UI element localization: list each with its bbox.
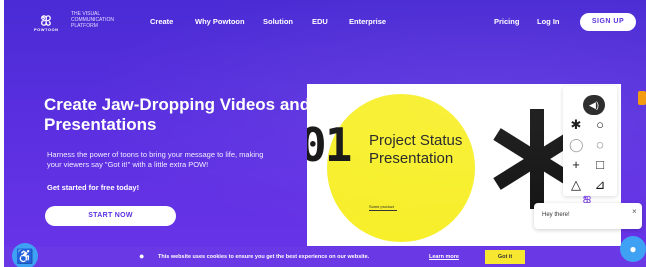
nav-link-pricing[interactable]: Pricing: [494, 17, 519, 26]
tagline: THE VISUAL COMMUNICATION PLATFORM: [71, 11, 114, 29]
hero-title: Create Jaw-Dropping Videos and Presentat…: [44, 95, 311, 134]
learn-more-link[interactable]: Learn more: [429, 254, 459, 260]
plus-icon[interactable]: +: [569, 158, 583, 172]
slide-title: Project Status Presentation: [369, 132, 463, 167]
circle-filled-icon[interactable]: ◯: [569, 138, 584, 152]
nav-link-why-powtoon[interactable]: Why Powtoon: [195, 17, 245, 26]
speaker-icon[interactable]: ◀): [583, 95, 605, 115]
close-icon[interactable]: ×: [632, 207, 637, 216]
top-nav: ஐ POWTOON THE VISUAL COMMUNICATION PLATF…: [4, 0, 646, 42]
accessibility-icon[interactable]: ♿: [12, 243, 38, 267]
chat-message: Hey there!: [542, 212, 570, 218]
cookie-icon: ●: [139, 251, 145, 261]
hero-cta-text: Get started for free today!: [47, 183, 140, 192]
chat-icon[interactable]: ●: [620, 236, 646, 262]
slide-caption: Some product: [369, 204, 394, 209]
nav-link-create[interactable]: Create: [150, 17, 173, 26]
signup-button[interactable]: SIGN UP: [580, 13, 636, 31]
dotted-circle-icon[interactable]: ◌: [593, 138, 607, 152]
side-tab[interactable]: [638, 91, 646, 105]
slide-number: 01: [307, 118, 352, 172]
nav-link-edu[interactable]: EDU: [312, 17, 328, 26]
slide-underline: [369, 210, 397, 211]
cookie-text: This website uses cookies to ensure you …: [158, 254, 370, 260]
circle-icon[interactable]: ○: [593, 118, 607, 132]
start-now-button[interactable]: START NOW: [45, 206, 176, 226]
nav-link-login[interactable]: Log In: [537, 17, 560, 26]
logo[interactable]: ஐ POWTOON: [34, 11, 58, 39]
chat-bubble[interactable]: Hey there! ×: [534, 203, 642, 229]
hero-subtitle: Harness the power of toons to bring your…: [47, 150, 264, 169]
asterisk-icon[interactable]: ✱: [569, 118, 583, 132]
logo-word: POWTOON: [34, 27, 59, 32]
square-icon[interactable]: □: [593, 158, 607, 172]
hero-section: ஐ POWTOON THE VISUAL COMMUNICATION PLATF…: [4, 0, 646, 267]
nav-link-solution[interactable]: Solution: [263, 17, 293, 26]
nav-link-enterprise[interactable]: Enterprise: [349, 17, 386, 26]
triangle-icon[interactable]: △: [569, 178, 583, 192]
got-it-button[interactable]: Got it: [485, 250, 525, 264]
triangle-alt-icon[interactable]: ⊿: [593, 178, 607, 192]
logo-icon: ஐ: [40, 10, 52, 25]
